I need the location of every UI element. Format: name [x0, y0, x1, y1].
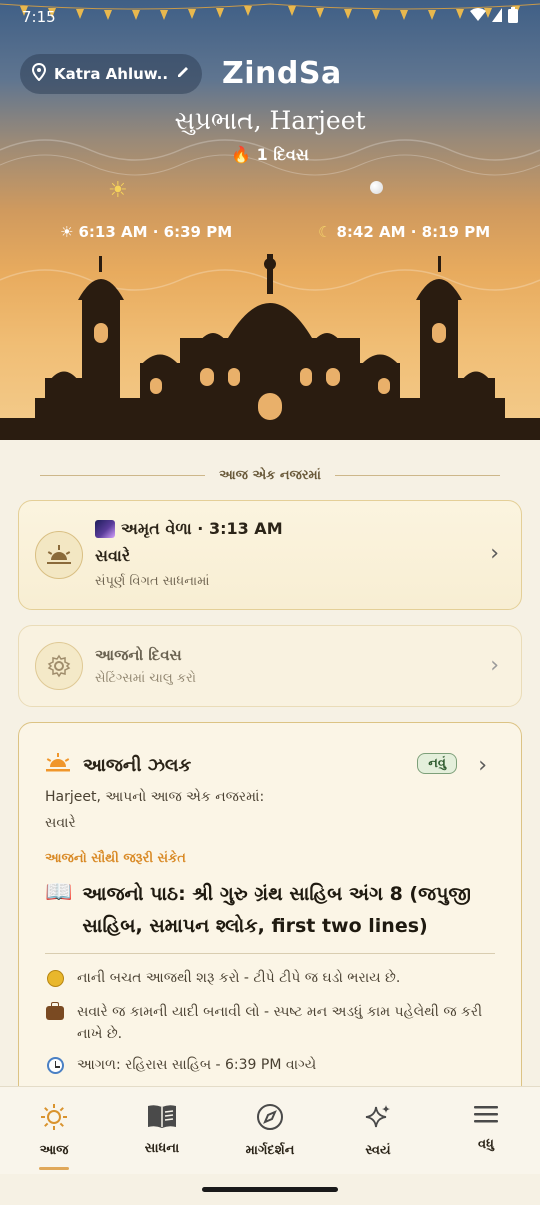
amrit-vela-title: અમૃત વેળા · 3:13 AM	[95, 519, 283, 539]
sun-times: ☀ 6:13 AM · 6:39 PM	[60, 223, 232, 241]
sunrise-orange-icon	[45, 753, 71, 778]
temple-silhouette	[0, 254, 540, 440]
amrit-vela-subtitle: સવારે	[95, 546, 131, 565]
chevron-right-icon[interactable]: ›	[490, 653, 499, 678]
open-book-icon: 📖	[45, 880, 73, 905]
glimpse-title: આજની ઝલક	[83, 755, 192, 776]
section-title-text: આજ એક નજરમાં	[219, 468, 321, 483]
coin-icon	[46, 970, 64, 987]
location-chip[interactable]: Katra Ahluw...	[20, 54, 202, 94]
home-gesture-handle[interactable]	[202, 1187, 338, 1192]
galaxy-icon	[95, 520, 115, 538]
nav-self[interactable]: સ્વયં	[324, 1087, 432, 1174]
new-badge: નવું	[417, 753, 457, 774]
fire-icon: 🔥	[231, 145, 252, 164]
status-time: 7:15	[22, 8, 56, 26]
important-item: 📖 આજનો પાઠ: શ્રી ગુરુ ગ્રંથ સાહિબ અંગ 8 …	[45, 878, 505, 942]
tip-item: આગળ: રહિરાસ સાહિબ - 6:39 PM વાગ્યે	[45, 1054, 495, 1080]
sun-times-text: 6:13 AM · 6:39 PM	[78, 223, 233, 241]
section-title: આજ એક નજરમાં	[0, 468, 540, 483]
battery-icon	[508, 7, 518, 27]
edit-pencil-icon[interactable]	[176, 65, 190, 83]
nav-label: સ્વયં	[365, 1143, 391, 1158]
app-brand: ZindSa	[222, 56, 342, 91]
location-name: Katra Ahluw...	[54, 65, 168, 83]
settings-gear-icon	[35, 642, 83, 690]
streak-counter: 🔥 1 દિવસ	[0, 145, 540, 165]
sunrise-icon	[35, 531, 83, 579]
tip-text: આગળ: રહિરાસ સાહિબ - 6:39 PM વાગ્યે	[77, 1057, 317, 1073]
wifi-icon	[470, 8, 486, 26]
moon-position-icon	[370, 181, 383, 194]
divider	[45, 953, 495, 954]
nav-label: સાધના	[144, 1141, 180, 1156]
today-day-title: આજનો દિવસ	[95, 646, 182, 664]
tip-text: સવારે જ કામની યાદી બનાવી લો - સ્પષ્ટ મન …	[77, 1004, 483, 1042]
amrit-vela-title-text: અમૃત વેળા · 3:13 AM	[121, 519, 283, 538]
book-icon	[147, 1103, 177, 1133]
amrit-vela-detail: સંપૂર્ણ વિગત સાધનામાં	[95, 574, 210, 589]
nav-label: માર્ગદર્શન	[245, 1143, 295, 1158]
menu-icon	[473, 1103, 499, 1129]
nav-label: આજ	[39, 1143, 69, 1158]
status-bar: 7:15	[0, 0, 540, 34]
glimpse-time-of-day: સવારે	[45, 815, 76, 831]
nav-sadhana[interactable]: સાધના	[108, 1087, 216, 1174]
briefcase-icon	[46, 1002, 64, 1020]
hero-header: 7:15 Katra Ahluw... ZindSa સુપ્રભાત, Har…	[0, 0, 540, 440]
moon-times: ☾ 8:42 AM · 8:19 PM	[318, 223, 490, 241]
signal-icon	[492, 8, 502, 26]
location-pin-icon	[31, 62, 47, 85]
chevron-right-icon[interactable]: ›	[478, 753, 487, 778]
streak-label: 1 દિવસ	[256, 145, 309, 164]
moon-times-text: 8:42 AM · 8:19 PM	[336, 223, 491, 241]
sun-small-icon: ☀	[60, 223, 74, 241]
important-label: આજનો સૌથી જરૂરી સંકેત	[45, 851, 186, 866]
glimpse-intro: Harjeet, આપનો આજ એક નજરમાં:	[45, 789, 265, 805]
glimpse-header: આજની ઝલક	[45, 753, 191, 778]
amrit-vela-card[interactable]: અમૃત વેળા · 3:13 AM સવારે સંપૂર્ણ વિગત સ…	[18, 500, 522, 610]
compass-icon	[256, 1103, 284, 1135]
today-day-card[interactable]: આજનો દિવસ સેટિંગ્સમાં ચાલુ કરો ›	[18, 625, 522, 707]
bottom-navigation: આજ સાધના માર્ગદર્શન સ્વયં વધુ	[0, 1086, 540, 1174]
moon-small-icon: ☾	[318, 223, 332, 241]
chevron-right-icon[interactable]: ›	[490, 541, 499, 566]
tip-item: નાની બચત આજથી શરૂ કરો - ટીપે ટીપે જ ઘડો …	[45, 967, 495, 993]
greeting-text: સુપ્રભાત, Harjeet	[174, 106, 366, 135]
nav-guidance[interactable]: માર્ગદર્શન	[216, 1087, 324, 1174]
daily-glimpse-card[interactable]: આજની ઝલક નવું › Harjeet, આપનો આજ એક નજરમ…	[18, 722, 522, 1102]
divider	[40, 475, 206, 476]
sun-icon	[40, 1103, 68, 1135]
nav-label: વધુ	[478, 1137, 494, 1152]
today-day-detail: સેટિંગ્સમાં ચાલુ કરો	[95, 671, 196, 686]
tip-text: નાની બચત આજથી શરૂ કરો - ટીપે ટીપે જ ઘડો …	[77, 970, 401, 986]
nav-today[interactable]: આજ	[0, 1087, 108, 1174]
divider	[334, 475, 501, 476]
tip-item: સવારે જ કામની યાદી બનાવી લો - સ્પષ્ટ મન …	[45, 1001, 495, 1045]
clock-icon	[46, 1057, 64, 1074]
sun-position-icon: ☀	[108, 178, 128, 203]
nav-more[interactable]: વધુ	[432, 1087, 540, 1174]
important-text: આજનો પાઠ: શ્રી ગુરુ ગ્રંથ સાહિબ અંગ 8 (જ…	[82, 883, 471, 937]
sparkles-icon	[364, 1103, 392, 1135]
